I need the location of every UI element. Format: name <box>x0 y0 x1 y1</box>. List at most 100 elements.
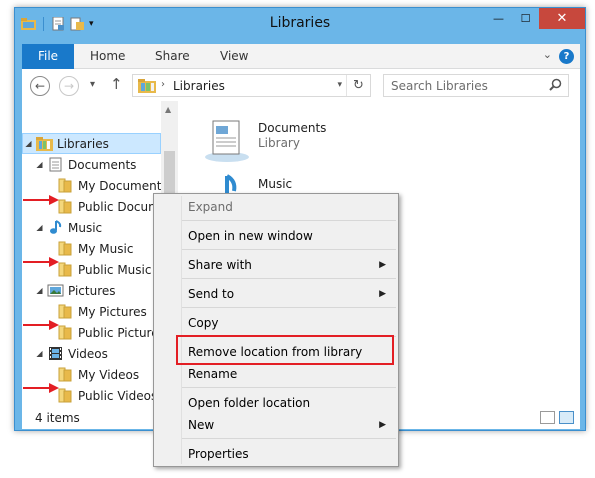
tree-label: Libraries <box>57 136 109 151</box>
tree-label: Pictures <box>68 283 116 298</box>
folder-icon <box>57 262 74 277</box>
scroll-up-icon[interactable]: ▲ <box>165 105 171 114</box>
large-icons-view-icon[interactable] <box>559 411 574 424</box>
red-arrow-icon <box>23 257 59 267</box>
tab-share[interactable]: Share <box>155 44 190 69</box>
folder-icon <box>57 178 74 193</box>
music-note-icon <box>47 220 64 235</box>
collapse-arrow-icon[interactable]: ◢ <box>34 286 45 295</box>
menu-separator <box>182 278 396 279</box>
tree-label: Music <box>68 220 103 235</box>
address-row: ← → ▾ ↑ › Libraries ▾ ↻ <box>22 69 580 101</box>
menu-separator <box>182 387 396 388</box>
library-name: Documents <box>258 121 327 135</box>
collapse-arrow-icon[interactable]: ◢ <box>34 223 45 232</box>
submenu-arrow-icon: ▶ <box>379 420 386 430</box>
menu-item-new[interactable]: New <box>188 418 214 432</box>
tree-label: My Documents <box>78 178 168 193</box>
tab-home[interactable]: Home <box>90 44 125 69</box>
menu-item-open-new-window[interactable]: Open in new window <box>188 229 313 243</box>
close-button[interactable]: ✕ <box>539 8 585 29</box>
back-button[interactable]: ← <box>30 76 50 96</box>
search-input[interactable] <box>384 75 534 96</box>
folder-icon <box>57 199 74 214</box>
menu-item-send-to[interactable]: Send to <box>188 287 234 301</box>
sidebar-item-videos[interactable]: ◢ Videos <box>34 343 108 364</box>
tree-label: My Music <box>78 241 134 256</box>
menu-separator <box>182 438 396 439</box>
libraries-icon <box>36 136 53 151</box>
menu-item-copy[interactable]: Copy <box>188 316 218 330</box>
window-controls: — ☐ ✕ <box>485 8 585 29</box>
folder-icon <box>57 241 74 256</box>
view-switcher <box>540 411 574 424</box>
maximize-button[interactable]: ☐ <box>512 8 539 29</box>
expand-ribbon-icon[interactable]: ⌄ <box>543 48 552 61</box>
tree-label: My Pictures <box>78 304 147 319</box>
submenu-arrow-icon: ▶ <box>379 260 386 270</box>
menu-separator <box>182 307 396 308</box>
sidebar-item-my-pictures[interactable]: My Pictures <box>55 301 147 322</box>
item-count: 4 items <box>35 411 80 425</box>
recent-locations-icon[interactable]: ▾ <box>90 79 95 90</box>
documents-library-icon <box>202 117 252 163</box>
menu-gutter <box>181 196 182 464</box>
red-arrow-icon <box>23 383 59 393</box>
sidebar-item-my-videos[interactable]: My Videos <box>55 364 139 385</box>
ribbon-tabs: File Home Share View ⌄ ? <box>22 44 580 69</box>
library-name: Music <box>258 177 293 191</box>
address-dropdown-icon[interactable]: ▾ <box>337 80 342 90</box>
sidebar-item-public-pictures[interactable]: Public Pictures <box>55 322 165 343</box>
collapse-arrow-icon[interactable]: ◢ <box>23 139 34 148</box>
sidebar-item-pictures[interactable]: ◢ Pictures <box>34 280 116 301</box>
context-menu: Expand Open in new window Share with ▶ S… <box>153 193 399 467</box>
sidebar-item-libraries[interactable]: ◢ Libraries <box>22 133 161 154</box>
address-bar[interactable]: › Libraries ▾ ↻ <box>132 74 371 97</box>
documents-library-icon <box>47 157 64 172</box>
folder-icon <box>57 388 74 403</box>
highlight-box <box>176 335 394 365</box>
folder-icon <box>57 367 74 382</box>
sidebar-item-public-videos[interactable]: Public Videos <box>55 385 157 406</box>
tree-label: Documents <box>68 157 137 172</box>
tree-label: Public Videos <box>78 388 158 403</box>
breadcrumb[interactable]: Libraries <box>173 79 225 93</box>
sidebar-item-music[interactable]: ◢ Music <box>34 217 102 238</box>
collapse-arrow-icon[interactable]: ◢ <box>34 160 45 169</box>
tree-label: Videos <box>68 346 108 361</box>
search-icon <box>549 78 562 94</box>
collapse-arrow-icon[interactable]: ◢ <box>34 349 45 358</box>
tab-file[interactable]: File <box>22 44 74 69</box>
red-arrow-icon <box>23 320 59 330</box>
library-tile-documents[interactable]: Documents Library <box>202 117 326 163</box>
tree-label: Public Pictures <box>78 325 165 340</box>
tree-label: My Videos <box>78 367 140 382</box>
menu-item-share-with[interactable]: Share with <box>188 258 252 272</box>
up-arrow-icon[interactable]: ↑ <box>110 75 123 93</box>
sidebar-item-public-music[interactable]: Public Music <box>55 259 151 280</box>
refresh-button[interactable]: ↻ <box>346 75 370 96</box>
menu-item-rename[interactable]: Rename <box>188 367 237 381</box>
sidebar-item-my-music[interactable]: My Music <box>55 238 133 259</box>
menu-separator <box>182 220 396 221</box>
minimize-button[interactable]: — <box>485 8 512 29</box>
help-icon[interactable]: ? <box>559 49 574 64</box>
film-strip-icon <box>47 346 64 361</box>
search-box[interactable] <box>383 74 569 97</box>
forward-button[interactable]: → <box>59 76 79 96</box>
sidebar-item-documents[interactable]: ◢ Documents <box>34 154 136 175</box>
tree-label: Public Music <box>78 262 152 277</box>
libraries-icon <box>138 79 156 93</box>
sidebar-item-my-documents[interactable]: My Documents <box>55 175 168 196</box>
menu-item-open-folder-location[interactable]: Open folder location <box>188 396 310 410</box>
submenu-arrow-icon: ▶ <box>379 289 386 299</box>
library-type: Library <box>258 136 300 150</box>
folder-icon <box>57 325 74 340</box>
title-bar: ▾ Libraries — ☐ ✕ <box>15 8 585 38</box>
pictures-icon <box>47 283 64 298</box>
menu-separator <box>182 249 396 250</box>
details-view-icon[interactable] <box>540 411 555 424</box>
tab-view[interactable]: View <box>220 44 248 69</box>
menu-item-properties[interactable]: Properties <box>188 447 249 461</box>
breadcrumb-chevron-icon[interactable]: › <box>161 79 165 90</box>
